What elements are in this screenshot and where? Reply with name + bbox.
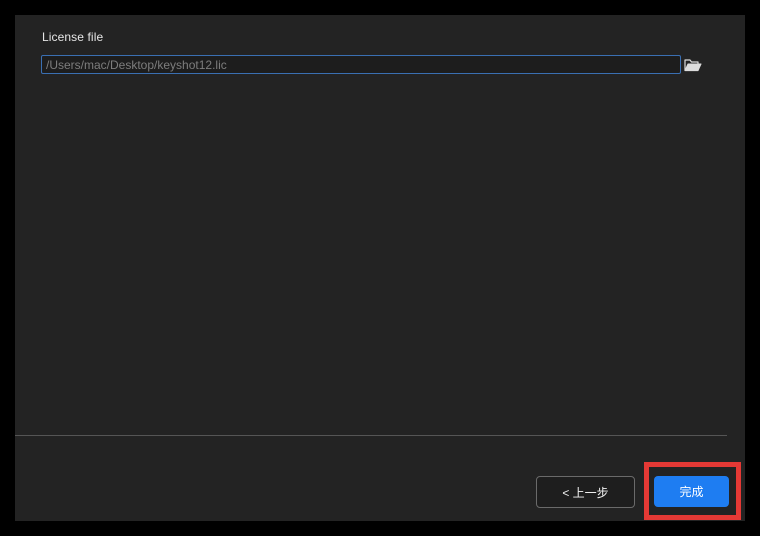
folder-open-icon [684, 59, 702, 72]
back-button[interactable]: < 上一步 [536, 476, 635, 508]
license-dialog: License file < 上一步 完成 [15, 15, 745, 521]
license-file-label: License file [42, 30, 104, 44]
browse-button[interactable] [682, 55, 704, 75]
license-path-input[interactable] [41, 55, 681, 74]
footer-divider [15, 435, 727, 436]
finish-button[interactable]: 完成 [654, 476, 729, 507]
